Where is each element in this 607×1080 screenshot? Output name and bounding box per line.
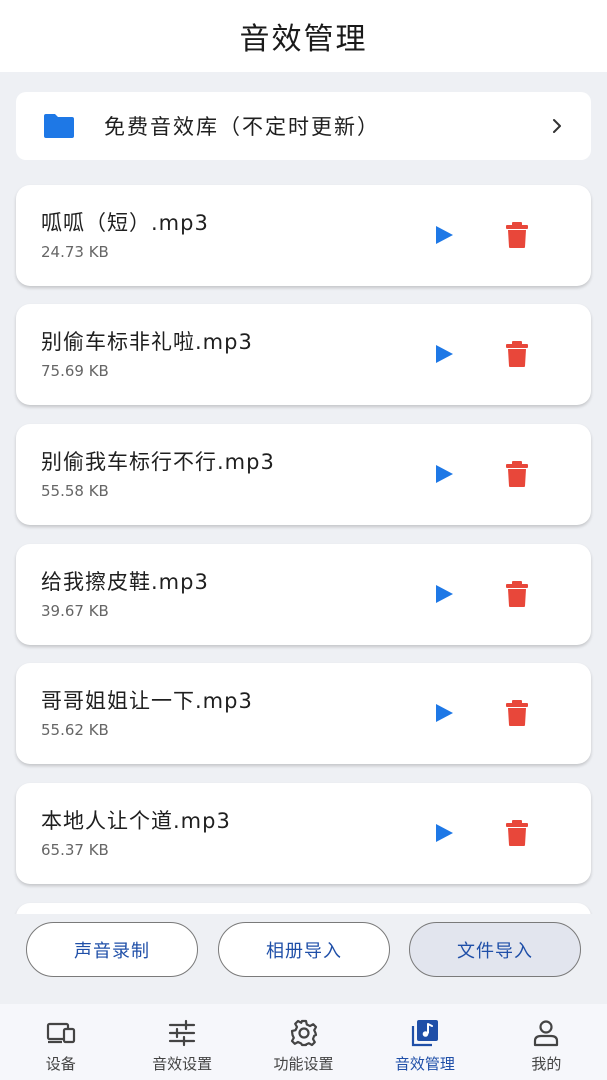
- library-label: 免费音效库（不定时更新）: [104, 115, 380, 139]
- list-item: 呱呱（短）.mp3 24.73 KB: [16, 185, 591, 286]
- sound-name: 呱呱（短）.mp3: [41, 211, 209, 235]
- play-icon[interactable]: [433, 343, 455, 365]
- device-icon: [46, 1022, 75, 1044]
- play-icon[interactable]: [433, 463, 455, 485]
- sound-size: 55.58 KB: [41, 482, 109, 500]
- file-import-button[interactable]: 文件导入: [409, 922, 581, 977]
- list-item: 别偷我车标行不行.mp3 55.58 KB: [16, 424, 591, 525]
- nav-item-sound-settings[interactable]: 音效设置: [121, 1004, 242, 1080]
- chevron-right-icon: [553, 119, 561, 133]
- sound-size: 75.69 KB: [41, 362, 109, 380]
- nav-label: 音效管理: [394, 1055, 455, 1073]
- page-title: 音效管理: [239, 22, 368, 57]
- gear-icon: [290, 1019, 317, 1047]
- delete-icon[interactable]: [504, 460, 530, 488]
- play-icon[interactable]: [433, 583, 455, 605]
- folder-icon: [44, 114, 74, 138]
- sound-list[interactable]: 呱呱（短）.mp3 24.73 KB 别偷车标非礼啦.mp3 75.69 KB …: [0, 172, 607, 914]
- nav-item-sound-management[interactable]: 音效管理: [364, 1004, 485, 1080]
- nav-item-device[interactable]: 设备: [0, 1004, 121, 1080]
- play-icon[interactable]: [433, 224, 455, 246]
- delete-icon[interactable]: [504, 580, 530, 608]
- nav-label: 我的: [531, 1055, 562, 1073]
- list-item: 给我擦皮鞋.mp3 39.67 KB: [16, 544, 591, 645]
- list-item-partial: [16, 903, 591, 914]
- bottom-nav: 设备 音效设置 功能设置 音效管理 我的: [0, 1004, 607, 1080]
- person-icon: [534, 1020, 559, 1047]
- music-library-icon: [411, 1020, 438, 1047]
- free-sound-library-entry[interactable]: 免费音效库（不定时更新）: [16, 92, 591, 160]
- nav-label: 音效设置: [152, 1055, 213, 1073]
- record-sound-button[interactable]: 声音录制: [26, 922, 198, 977]
- sliders-icon: [169, 1019, 196, 1047]
- play-icon[interactable]: [433, 702, 455, 724]
- list-item: 别偷车标非礼啦.mp3 75.69 KB: [16, 304, 591, 405]
- app-header: 音效管理: [0, 0, 607, 72]
- nav-label: 功能设置: [273, 1055, 334, 1073]
- sound-name: 别偷我车标行不行.mp3: [41, 450, 275, 474]
- delete-icon[interactable]: [504, 340, 530, 368]
- sound-size: 24.73 KB: [41, 243, 109, 261]
- sound-name: 给我擦皮鞋.mp3: [41, 570, 209, 594]
- album-import-button[interactable]: 相册导入: [218, 922, 390, 977]
- delete-icon[interactable]: [504, 699, 530, 727]
- list-item: 哥哥姐姐让一下.mp3 55.62 KB: [16, 663, 591, 764]
- nav-item-me[interactable]: 我的: [486, 1004, 607, 1080]
- sound-size: 39.67 KB: [41, 602, 109, 620]
- sound-name: 哥哥姐姐让一下.mp3: [41, 689, 253, 713]
- sound-size: 55.62 KB: [41, 721, 109, 739]
- nav-label: 设备: [45, 1055, 76, 1073]
- delete-icon[interactable]: [504, 819, 530, 847]
- nav-item-function-settings[interactable]: 功能设置: [243, 1004, 364, 1080]
- sound-name: 别偷车标非礼啦.mp3: [41, 330, 253, 354]
- list-item: 本地人让个道.mp3 65.37 KB: [16, 783, 591, 884]
- import-action-bar: 声音录制 相册导入 文件导入: [0, 914, 607, 1004]
- delete-icon[interactable]: [504, 221, 530, 249]
- sound-name: 本地人让个道.mp3: [41, 809, 231, 833]
- play-icon[interactable]: [433, 822, 455, 844]
- sound-size: 65.37 KB: [41, 841, 109, 859]
